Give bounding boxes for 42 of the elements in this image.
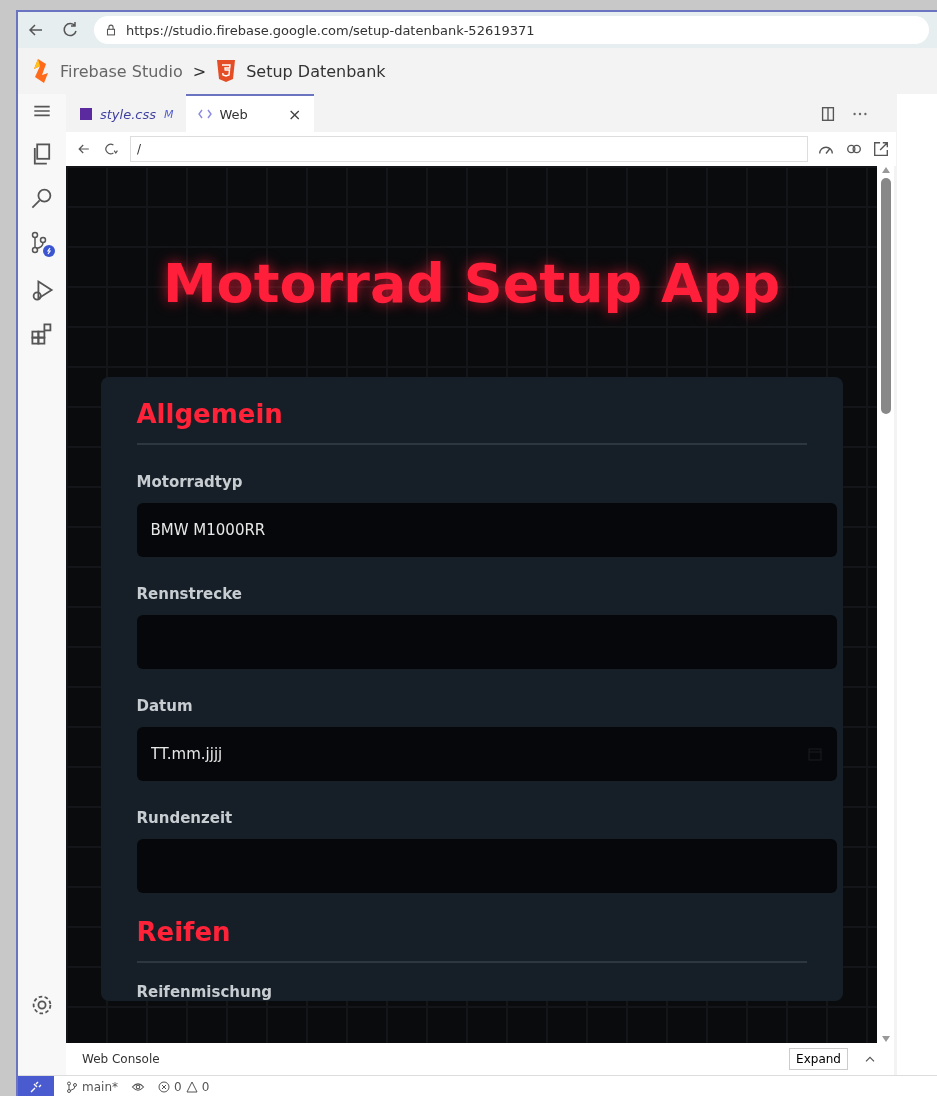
text-input-field[interactable]: BMW M1000RR: [136, 503, 837, 557]
section-heading: Allgemein: [136, 399, 807, 445]
text-input-field[interactable]: [136, 839, 837, 893]
settings-icon[interactable]: [30, 993, 54, 1017]
scrollbar-thumb[interactable]: [880, 178, 891, 414]
problems-status[interactable]: 0 0: [158, 1080, 210, 1094]
address-bar[interactable]: https://studio.firebase.google.com/setup-datenbank-52619371: [94, 16, 929, 44]
field-label: Reifenmischung: [136, 983, 274, 1001]
flame-logo-icon: [32, 59, 50, 83]
remote-button[interactable]: [18, 1076, 54, 1096]
remote-icon: [30, 1081, 42, 1093]
extensions-icon[interactable]: [30, 322, 54, 346]
app-name[interactable]: Firebase Studio: [60, 61, 183, 81]
css-file-icon: [80, 108, 92, 120]
eye-icon[interactable]: [130, 1080, 146, 1094]
editor-tab[interactable]: style.css M: [68, 94, 186, 132]
field-label: Motorradtyp: [136, 473, 244, 491]
open-external-icon[interactable]: [872, 140, 890, 158]
date-input-field[interactable]: TT.mm.jjjj: [136, 727, 837, 781]
field-label: Datum: [136, 697, 194, 715]
html5-icon: [216, 60, 237, 82]
error-icon: [158, 1081, 170, 1093]
run-debug-icon[interactable]: [30, 278, 54, 302]
breadcrumb-separator: >: [192, 61, 207, 81]
split-editor-icon[interactable]: [819, 105, 837, 123]
text-input-field[interactable]: [136, 615, 837, 669]
lock-icon: [104, 23, 118, 37]
search-icon[interactable]: [30, 186, 54, 210]
branch-status[interactable]: main*: [66, 1080, 118, 1094]
field-label: Rennstrecke: [136, 585, 243, 603]
code-brackets-icon: [197, 109, 212, 119]
path-field[interactable]: /: [130, 136, 808, 162]
editor-tab[interactable]: Web ×: [185, 94, 314, 132]
branch-icon: [66, 1081, 78, 1093]
field-label: Rundenzeit: [136, 809, 234, 827]
expand-button[interactable]: Expand: [789, 1048, 848, 1070]
panel-title: Web Console: [82, 1052, 161, 1066]
app-title: Motorrad Setup App: [162, 252, 781, 315]
warning-icon: [185, 1081, 198, 1093]
section-heading: Reifen: [136, 917, 807, 963]
close-tab-button[interactable]: ×: [288, 104, 302, 124]
project-name[interactable]: Setup Datenbank: [246, 61, 386, 81]
